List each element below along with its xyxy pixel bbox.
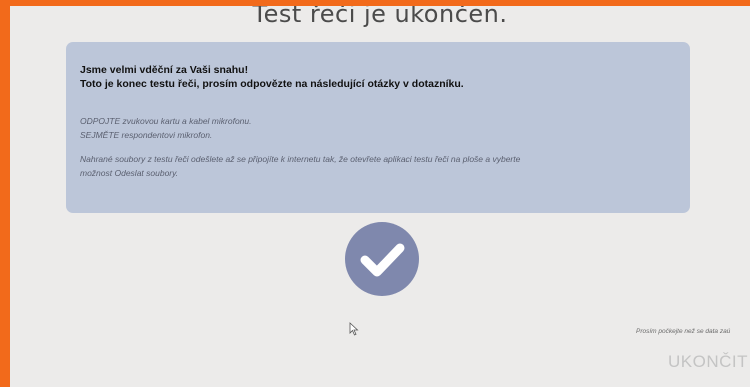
wait-note: Prosím počkejte než se data zaú [636, 328, 731, 335]
upload-instruction-line1: Nahrané soubory z testu řeči odešlete až… [80, 154, 521, 164]
frame-top [0, 0, 750, 6]
end-button[interactable]: UKONČIT [668, 352, 748, 372]
app-screen: Test řeči je ukončen. Jsme velmi vděční … [10, 6, 750, 387]
page-title: Test řeči je ukončen. [252, 6, 508, 28]
thanks-text: Jsme velmi vděční za Vaši snahu! [80, 64, 249, 76]
disconnect-instruction: ODPOJTE zvukovou kartu a kabel mikrofonu… [80, 116, 252, 126]
remove-mic-instruction: SEJMĚTE respondentovi mikrofon. [80, 130, 213, 140]
mouse-cursor-icon [349, 322, 359, 336]
check-circle-icon [345, 222, 419, 296]
frame-left [0, 0, 10, 387]
info-panel: Jsme velmi vděční za Vaši snahu! Toto je… [66, 42, 690, 213]
end-text: Toto je konec testu řeči, prosím odpověz… [80, 78, 464, 90]
upload-instruction-line2: možnost Odeslat soubory. [80, 168, 179, 178]
